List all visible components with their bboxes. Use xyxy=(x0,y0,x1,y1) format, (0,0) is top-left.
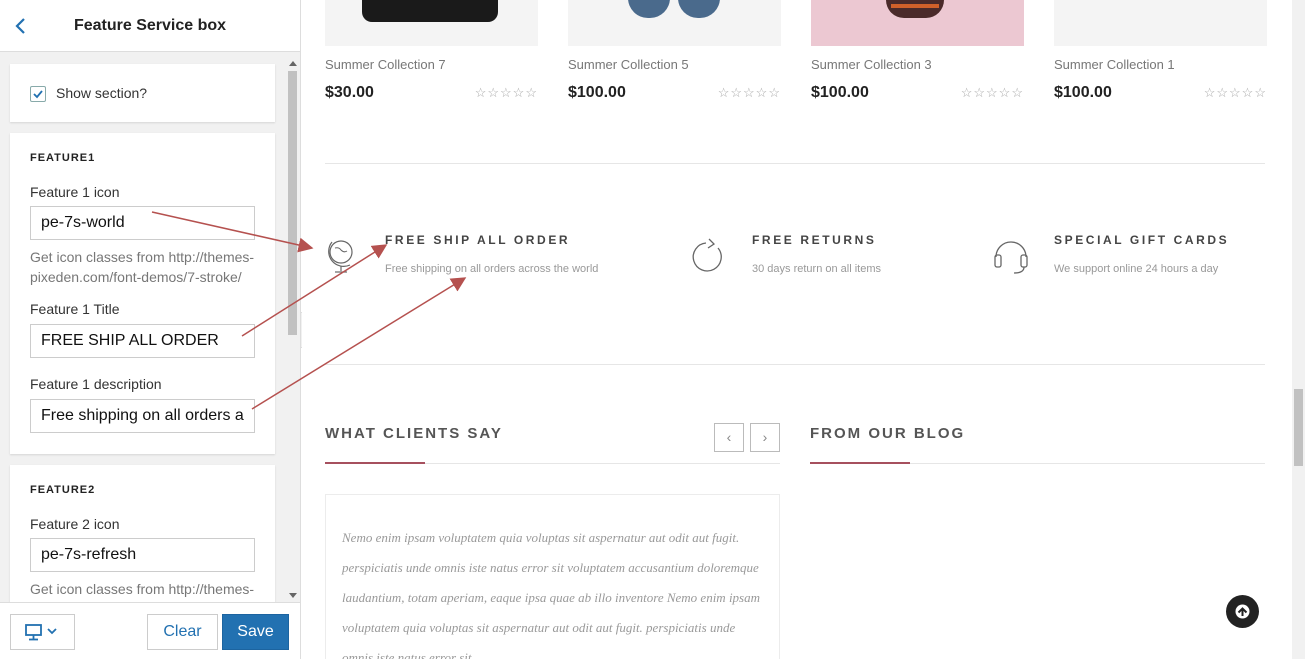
clients-heading: WHAT CLIENTS SAY xyxy=(325,425,503,442)
feature2-icon-help: Get icon classes from http://themes- xyxy=(30,581,255,597)
feature1-desc-input[interactable]: Free shipping on all orders a xyxy=(30,399,255,433)
product-price: $100.00 xyxy=(811,84,869,101)
product-card[interactable]: Summer Collection 5 $100.00 ☆☆☆☆☆ xyxy=(568,0,781,110)
scroll-up-icon[interactable] xyxy=(289,61,297,66)
feature-description: 30 days return on all items xyxy=(752,263,882,275)
testimonial-box: Nemo enim ipsam voluptatem quia voluptas… xyxy=(325,494,780,659)
product-card[interactable]: Summer Collection 3 $100.00 ☆☆☆☆☆ xyxy=(811,0,1024,110)
arrow-up-icon xyxy=(1235,604,1250,619)
testimonial-text: Nemo enim ipsam voluptatem quia voluptas… xyxy=(342,530,760,659)
chevron-left-icon: ‹ xyxy=(726,429,732,445)
product-image[interactable] xyxy=(325,0,538,46)
feature1-title-label: Feature 1 Title xyxy=(30,301,120,317)
prev-testimonial-button[interactable]: ‹ xyxy=(714,423,744,452)
feature1-title-input[interactable]: FREE SHIP ALL ORDER xyxy=(30,324,255,358)
desktop-icon xyxy=(25,624,57,641)
feature2-icon-input[interactable]: pe-7s-refresh xyxy=(30,538,255,572)
blog-heading: FROM OUR BLOG xyxy=(810,425,966,442)
customizer-sidebar: Feature Service box Show section? FEATUR… xyxy=(0,0,301,659)
preview-scrollbar[interactable] xyxy=(1292,0,1305,659)
feature2-heading: FEATURE2 xyxy=(30,484,96,496)
back-to-top-button[interactable] xyxy=(1226,595,1259,628)
sidebar-title: Feature Service box xyxy=(73,17,227,34)
feature2-icon-label: Feature 2 icon xyxy=(30,516,120,532)
refresh-icon xyxy=(692,238,722,272)
next-testimonial-button[interactable]: › xyxy=(750,423,780,452)
save-button[interactable]: Save xyxy=(222,614,289,650)
feature1-icon-help: Get icon classes from http://themes-pixe… xyxy=(30,249,255,285)
divider xyxy=(325,163,1265,164)
product-image[interactable] xyxy=(568,0,781,46)
feature1-icon-label: Feature 1 icon xyxy=(30,184,120,200)
sidebar-scrollbar[interactable] xyxy=(286,57,299,602)
heading-accent xyxy=(810,462,910,464)
chevron-right-icon: › xyxy=(762,429,768,445)
globe-icon xyxy=(328,240,353,273)
show-section-checkbox[interactable] xyxy=(30,86,46,102)
feature1-card: FEATURE1 Feature 1 icon pe-7s-world Get … xyxy=(10,133,275,454)
feature-title: FREE RETURNS xyxy=(752,233,877,247)
sidebar-scrollbar-thumb[interactable] xyxy=(288,71,297,335)
product-price: $100.00 xyxy=(1054,84,1112,101)
feature1-heading: FEATURE1 xyxy=(30,152,96,164)
preview-scrollbar-thumb[interactable] xyxy=(1294,389,1303,466)
heading-accent xyxy=(325,462,425,464)
feature1-desc-label: Feature 1 description xyxy=(30,376,162,392)
product-price: $30.00 xyxy=(325,84,374,101)
sidebar-panel: Show section? FEATURE1 Feature 1 icon pe… xyxy=(0,52,286,602)
feature-description: Free shipping on all orders across the w… xyxy=(385,263,599,275)
device-preview-button[interactable] xyxy=(10,614,75,650)
clear-button[interactable]: Clear xyxy=(147,614,218,650)
scroll-down-icon[interactable] xyxy=(289,593,297,598)
divider xyxy=(325,364,1265,365)
rating-stars-icon: ☆☆☆☆☆ xyxy=(717,85,781,100)
product-image[interactable] xyxy=(1054,0,1267,46)
feature1-icon-input[interactable]: pe-7s-world xyxy=(30,206,255,240)
feature-description: We support online 24 hours a day xyxy=(1054,263,1219,275)
product-name[interactable]: Summer Collection 3 xyxy=(811,57,932,72)
headset-icon xyxy=(994,241,1028,274)
product-image[interactable] xyxy=(811,0,1024,46)
show-section-card: Show section? xyxy=(10,64,275,122)
rating-stars-icon: ☆☆☆☆☆ xyxy=(1203,85,1267,100)
product-card[interactable]: Summer Collection 7 $30.00 ☆☆☆☆☆ xyxy=(325,0,538,110)
feature2-card: FEATURE2 Feature 2 icon pe-7s-refresh Ge… xyxy=(10,465,275,602)
product-name[interactable]: Summer Collection 7 xyxy=(325,57,446,72)
feature-title: SPECIAL GIFT CARDS xyxy=(1054,233,1230,247)
feature-title: FREE SHIP ALL ORDER xyxy=(385,233,571,247)
checkmark-icon xyxy=(33,90,43,99)
rating-stars-icon: ☆☆☆☆☆ xyxy=(474,85,538,100)
rating-stars-icon: ☆☆☆☆☆ xyxy=(960,85,1024,100)
site-preview: Summer Collection 7 $30.00 ☆☆☆☆☆ Summer … xyxy=(302,0,1292,659)
show-section-label: Show section? xyxy=(56,85,148,101)
product-name[interactable]: Summer Collection 1 xyxy=(1054,57,1175,72)
product-price: $100.00 xyxy=(568,84,626,101)
sidebar-footer: Clear Save xyxy=(0,602,300,659)
sidebar-header: Feature Service box xyxy=(0,0,300,52)
product-card[interactable]: Summer Collection 1 $100.00 ☆☆☆☆☆ xyxy=(1054,0,1267,110)
product-name[interactable]: Summer Collection 5 xyxy=(568,57,689,72)
